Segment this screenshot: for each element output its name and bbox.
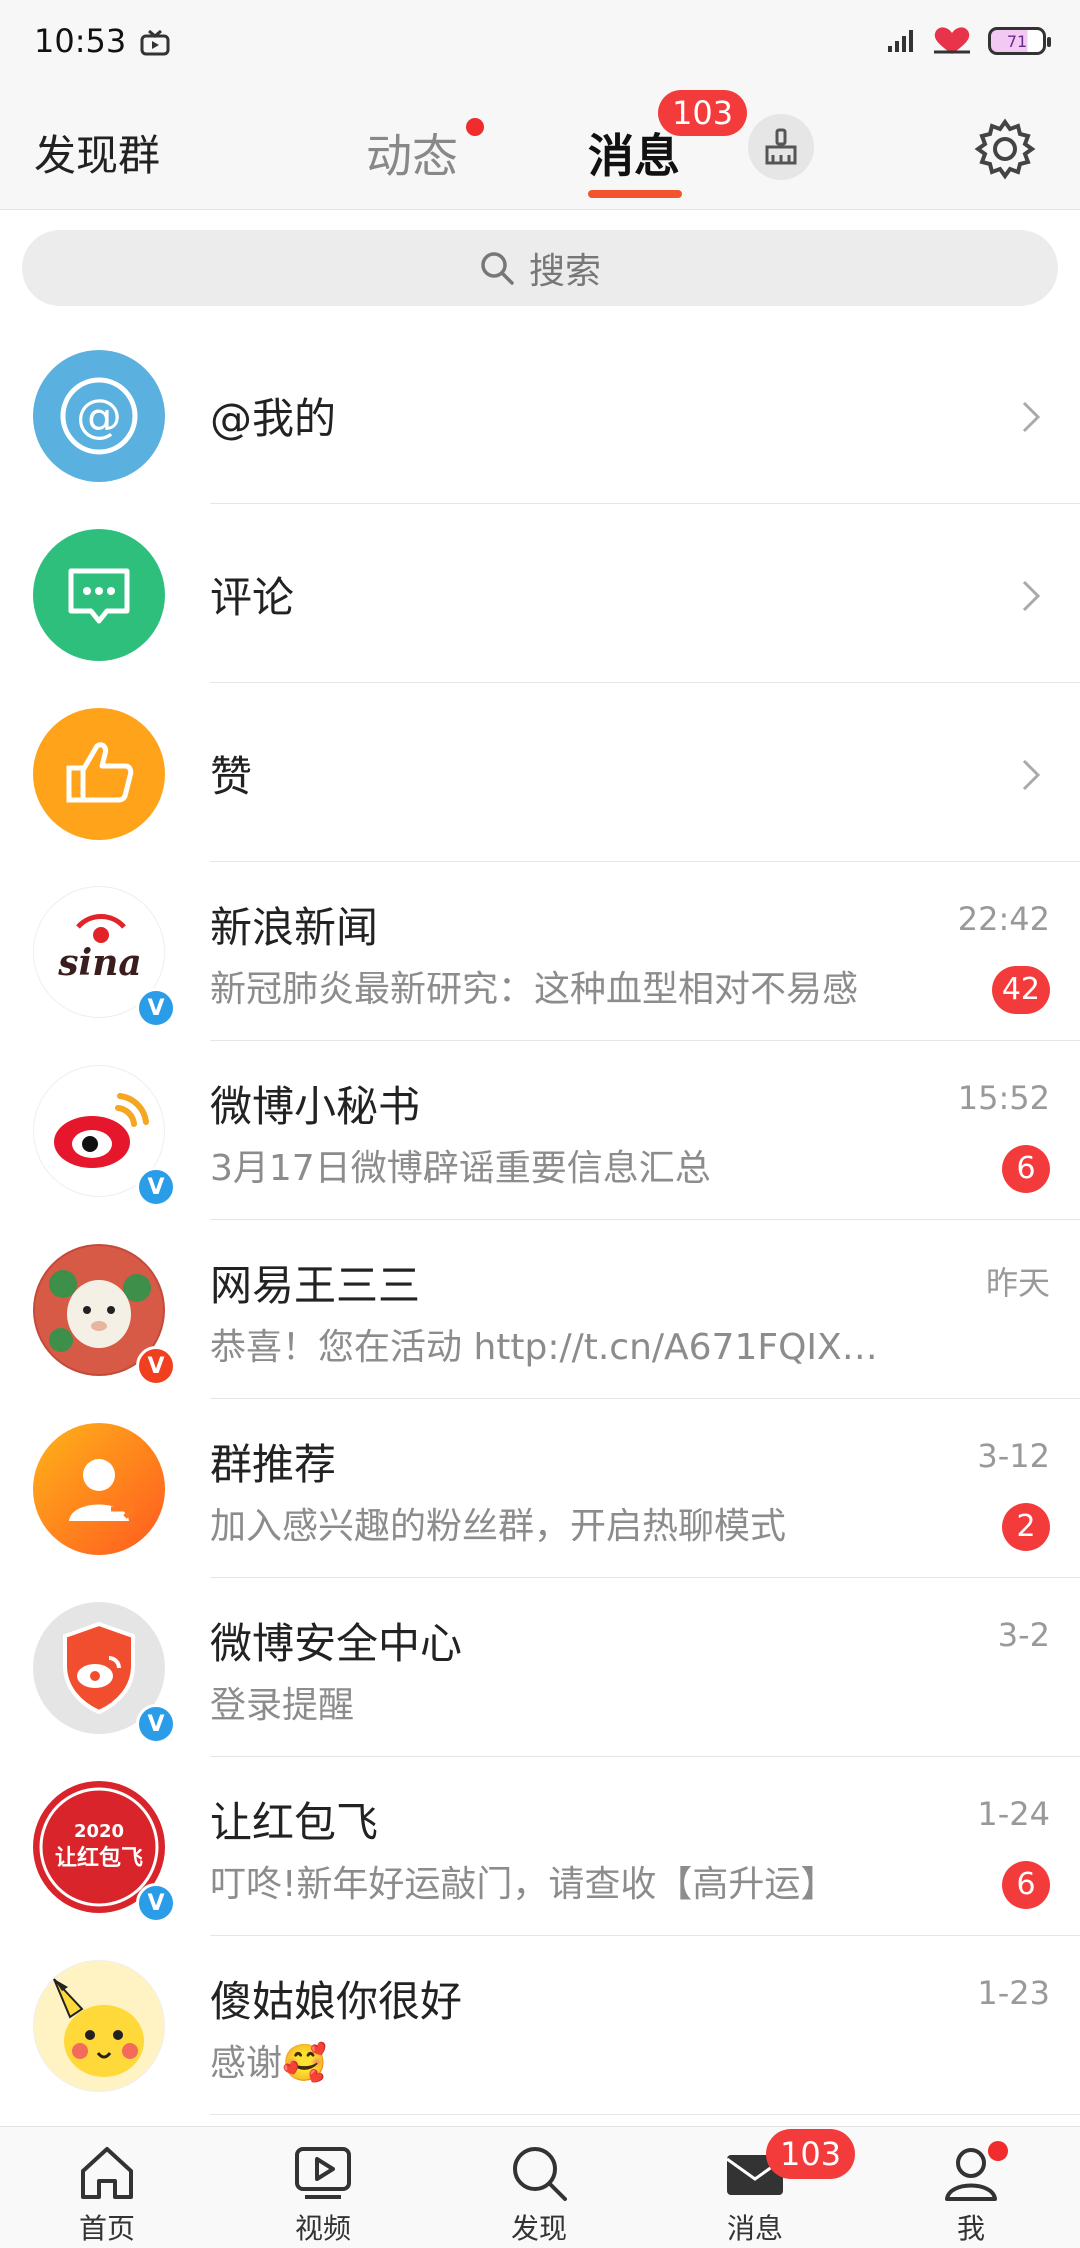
conversation-preview: 登录提醒 [210,1685,355,1726]
discover-groups-button[interactable]: 发现群 [34,122,160,183]
conversation-preview: 新冠肺炎最新研究：这种血型相对不易感 [210,969,859,1010]
unread-count-badge: 2 [1002,1503,1050,1551]
clear-unread-button[interactable] [748,114,814,180]
conversation-time: 3-12 [977,1437,1050,1475]
conversation-preview: 叮咚!新年好运敲门，请查收【高升运】 [210,1864,837,1905]
top-nav: 发现群 动态 消息 103 [0,86,1080,210]
comments-avatar [33,529,165,661]
home-icon [81,2147,133,2199]
battery-level: 71 [1006,31,1028,51]
pikachu-icon [53,1978,144,2077]
settings-gear-icon[interactable] [972,116,1038,182]
conversation-preview: 3月17日微博辟谣重要信息汇总 [210,1148,711,1189]
tab-feed[interactable]: 动态 [366,120,458,186]
comments-row[interactable]: 评论 [0,504,1080,683]
conversation-name: 微博小秘书 [210,1082,421,1131]
unread-count-badge: 6 [1002,1861,1050,1909]
comments-label: 评论 [210,573,295,622]
nav-me-label: 我 [956,2212,985,2245]
conversation-row[interactable]: 傻姑娘你很好 感谢🥰 1-23 [0,1936,1080,2115]
search-bar[interactable]: 搜索 [22,230,1058,306]
group-user-icon [69,1459,137,1521]
nav-me-unread-dot [988,2141,1008,2161]
likes-avatar [33,708,165,840]
status-icons: 71 [886,24,1051,58]
mentions-label: @我的 [210,394,337,443]
nav-me[interactable]: 我 [911,2127,1031,2248]
conversation-time: 1-23 [977,1974,1050,2012]
verified-badge: V [136,988,176,1028]
signal-icon [888,30,913,52]
nav-video-label: 视频 [294,2212,351,2245]
video-play-icon [295,2147,351,2199]
unread-count-badge: 6 [1002,1145,1050,1193]
svg-text:@: @ [76,389,122,443]
tv-icon [140,30,170,56]
search-icon [513,2147,567,2201]
conversation-row[interactable]: V 微博小秘书 3月17日微博辟谣重要信息汇总 15:52 6 [0,1041,1080,1220]
battery-icon: 71 [988,27,1051,55]
conversation-row[interactable]: sina V 新浪新闻 新冠肺炎最新研究：这种血型相对不易感 22:42 42 [0,862,1080,1041]
nav-messages-label: 消息 [726,2212,783,2245]
mentions-row[interactable]: @ @我的 [0,325,1080,504]
conversation-time: 15:52 [957,1079,1050,1117]
conversation-time: 1-24 [977,1795,1050,1833]
divider [210,2114,1080,2115]
mentions-avatar: @ [33,350,165,482]
conversation-preview: 加入感兴趣的粉丝群，开启热聊模式 [210,1506,787,1547]
active-tab-indicator [588,190,682,198]
search-icon [481,252,514,285]
likes-label: 赞 [210,752,253,801]
group-recommend-avatar [33,1423,165,1555]
conversation-name: 新浪新闻 [210,903,379,952]
conversation-preview: 感谢🥰 [210,2043,327,2084]
conversation-preview: 恭喜！您在活动 http://t.cn/A671FQIX… [210,1327,878,1368]
search-placeholder: 搜索 [528,251,601,292]
conversation-name: 网易王三三 [210,1261,421,1310]
unread-count-badge: 42 [991,966,1050,1014]
nav-messages-badge: 103 [766,2129,856,2179]
conversation-time: 3-2 [997,1616,1050,1654]
conversation-name: 傻姑娘你很好 [210,1977,463,2026]
chevron-right-icon [1022,401,1041,433]
comment-bubble-icon [68,568,130,624]
conversation-name: 微博安全中心 [210,1619,463,1668]
svg-text:sina: sina [57,942,141,984]
nav-discover[interactable]: 发现 [479,2127,599,2248]
verified-badge: V [136,1167,176,1207]
conversation-row[interactable]: V 网易王三三 恭喜！您在活动 http://t.cn/A671FQIX… 昨天 [0,1220,1080,1399]
nav-discover-label: 发现 [510,2212,567,2245]
broom-icon [765,128,797,165]
nav-home-label: 首页 [78,2212,135,2245]
conversation-name: 让红包飞 [210,1798,379,1847]
svg-text:让红包飞: 让红包飞 [55,1845,143,1871]
conversation-name: 群推荐 [210,1440,337,1489]
likes-row[interactable]: 赞 [0,683,1080,862]
status-time: 10:53 [34,22,127,60]
status-bar: 10:53 71 [0,0,1080,86]
chevron-right-icon [1022,580,1041,612]
thumbs-up-icon [66,742,134,803]
verified-badge: V [136,1704,176,1744]
conversation-row[interactable]: 2020 让红包飞 V 让红包飞 叮咚!新年好运敲门，请查收【高升运】 1-24 … [0,1757,1080,1936]
verified-badge: V [136,1346,176,1386]
chevron-right-icon [1022,759,1041,791]
nav-home[interactable]: 首页 [47,2127,167,2248]
svg-text:2020: 2020 [74,1821,124,1842]
verified-badge: V [136,1883,176,1923]
weibo-messages-screen: 10:53 71 发现群 动态 消息 103 搜索 @ @我的 评论 赞 sin… [0,0,1080,2248]
heart-icon [934,27,970,54]
conversation-row[interactable]: 群推荐 加入感兴趣的粉丝群，开启热聊模式 3-12 2 [0,1399,1080,1578]
messages-count-badge: 103 [658,90,748,136]
conversation-time: 22:42 [957,900,1050,938]
feed-unread-dot [466,118,484,136]
conversation-time: 昨天 [985,1264,1050,1302]
conversation-row[interactable]: V 微博安全中心 登录提醒 3-2 [0,1578,1080,1757]
pikachu-avatar [33,1960,165,2092]
at-sign-icon: @ [60,377,138,455]
bottom-nav: 首页 视频 发现 消息 103 我 [0,2126,1080,2248]
nav-video[interactable]: 视频 [263,2127,383,2248]
